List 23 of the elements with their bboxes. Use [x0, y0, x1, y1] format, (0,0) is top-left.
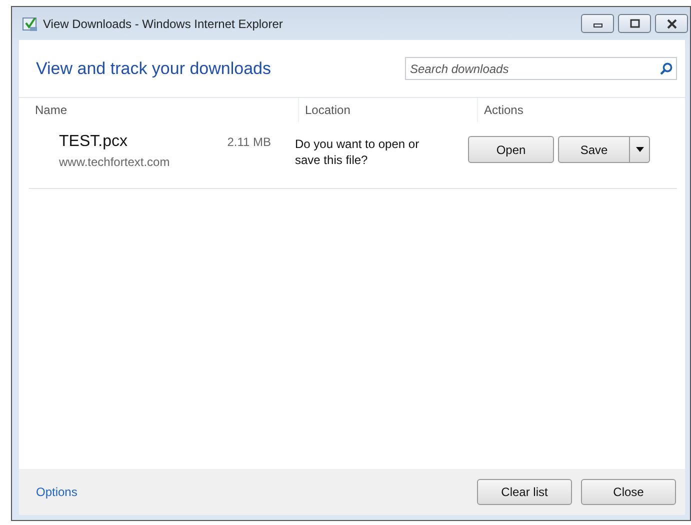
- minimize-button[interactable]: [581, 14, 614, 33]
- column-header: Name: [35, 103, 68, 117]
- options-link[interactable]: Options: [36, 485, 78, 499]
- search-field[interactable]: Search downloads: [405, 57, 677, 80]
- caret-icon: [636, 147, 644, 152]
- maximize-button[interactable]: [618, 14, 651, 33]
- maximize-icon: [630, 18, 640, 28]
- file-name: TEST.pcx: [59, 133, 128, 151]
- search-icon: [659, 62, 673, 76]
- file-source: www.techfortext.com: [59, 155, 171, 169]
- action-button[interactable]: Open: [468, 136, 554, 163]
- column-header: Actions: [484, 103, 524, 117]
- page-heading: View and track your downloads: [36, 58, 271, 78]
- download-prompt: Do you want to open or save this file?: [295, 137, 420, 167]
- footer-button[interactable]: Clear list: [477, 479, 572, 505]
- close-button[interactable]: [655, 14, 688, 33]
- footer-button[interactable]: Close: [581, 479, 676, 505]
- window-title: View Downloads - Windows Internet Explorer: [43, 16, 283, 30]
- column-header: Location: [305, 103, 350, 117]
- action-button[interactable]: Save: [558, 136, 630, 163]
- close-icon: [666, 18, 678, 28]
- dropdown-button[interactable]: [630, 136, 650, 163]
- file-size: 2.11 MB: [227, 135, 271, 149]
